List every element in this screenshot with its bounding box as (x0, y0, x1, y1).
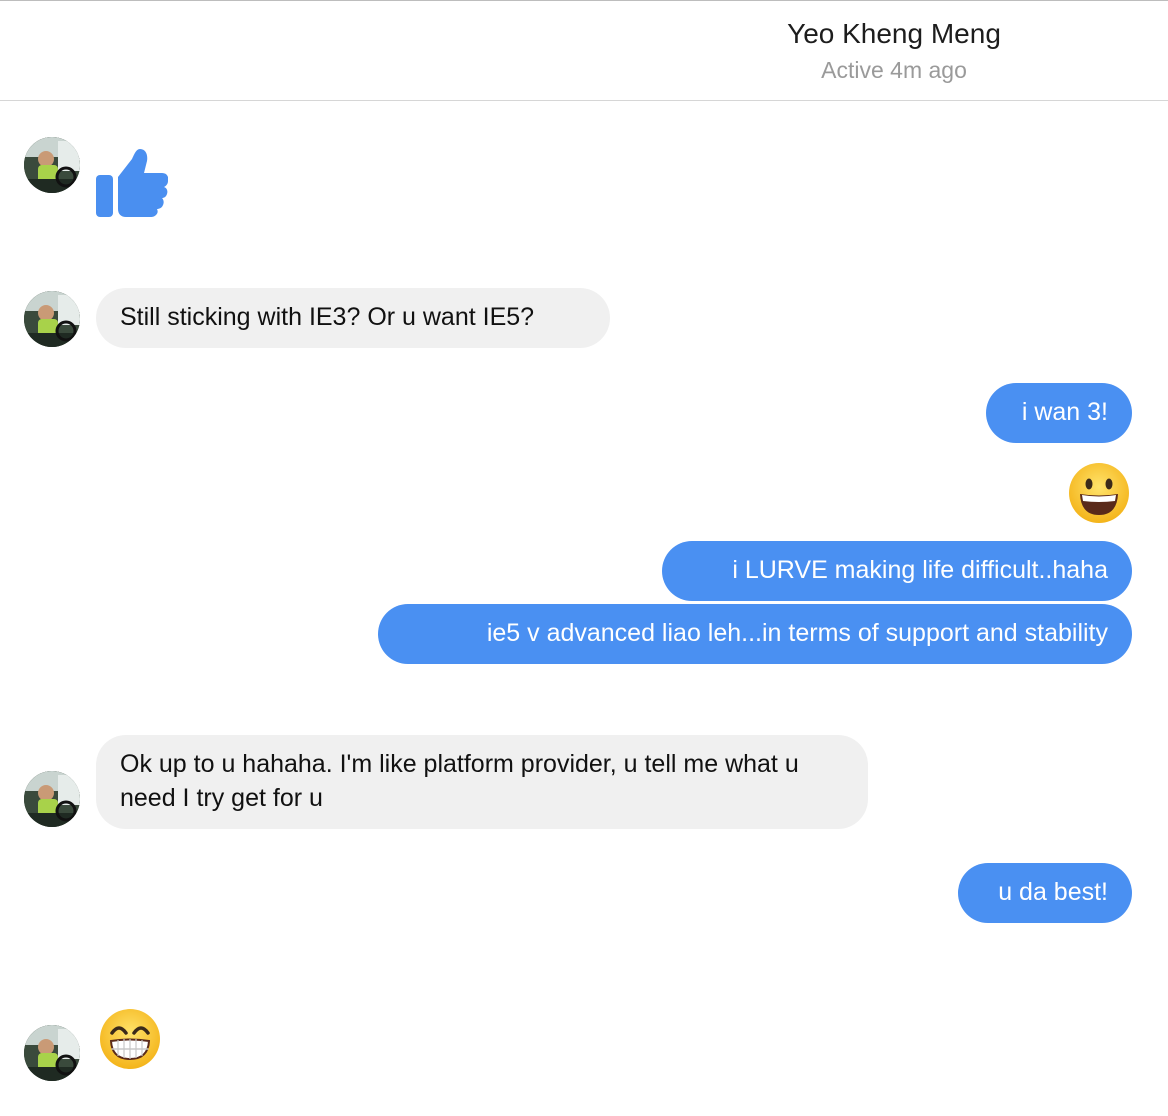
beaming-grin-emoji-icon (98, 1007, 162, 1076)
grinning-emoji-icon (1067, 461, 1131, 530)
conversation-header: Yeo Kheng Meng Active 4m ago (0, 1, 1168, 101)
outgoing-message[interactable]: ie5 v advanced liao leh...in terms of su… (378, 604, 1132, 664)
contact-avatar[interactable] (24, 137, 80, 193)
contact-avatar[interactable] (24, 771, 80, 827)
outgoing-message[interactable]: u da best! (958, 863, 1132, 923)
contact-avatar[interactable] (24, 291, 80, 347)
outgoing-message[interactable]: i LURVE making life difficult..haha (662, 541, 1132, 601)
contact-name[interactable]: Yeo Kheng Meng (787, 18, 1001, 50)
incoming-message[interactable]: Still sticking with IE3? Or u want IE5? (96, 288, 610, 348)
like-icon (96, 147, 169, 224)
contact-avatar[interactable] (24, 1025, 80, 1081)
messenger-window: Yeo Kheng Meng Active 4m ago Still stick… (0, 0, 1168, 1116)
active-status: Active 4m ago (821, 57, 967, 83)
outgoing-message[interactable]: i wan 3! (986, 383, 1132, 443)
incoming-message[interactable]: Ok up to u hahaha. I'm like platform pro… (96, 735, 868, 829)
